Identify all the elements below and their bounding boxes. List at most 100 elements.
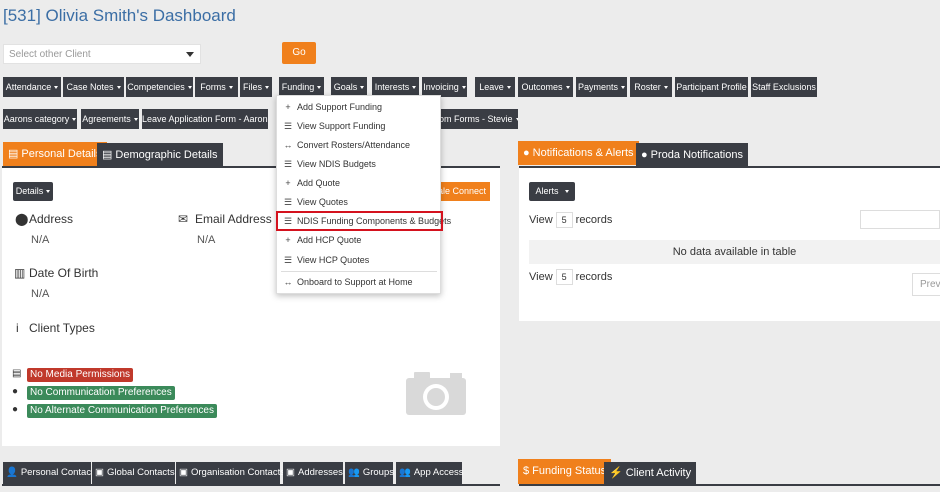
nav-outcomes-button[interactable]: Outcomes — [518, 77, 573, 97]
tab-label: Groups — [362, 467, 394, 478]
nav-funding-button[interactable]: Funding — [279, 77, 324, 97]
menu-item-ndis-funding-components-budgets[interactable]: ☰ NDIS Funding Components & Budgets — [276, 211, 451, 231]
search-input[interactable] — [860, 210, 940, 229]
nav-interests-button[interactable]: Interests — [372, 77, 419, 97]
menu-item-view-ndis-budgets[interactable]: ☰ View NDIS Budgets — [277, 155, 442, 173]
status-badge: No Communication Preferences — [27, 386, 175, 400]
email-label: Email Address — [195, 212, 272, 226]
menu-divider — [281, 271, 437, 272]
prev-page-button[interactable]: Prev — [912, 273, 940, 296]
nav-label: Invoicing — [423, 82, 459, 92]
nav-label: Goals — [333, 82, 358, 92]
menu-item-onboard-to-support-at-home[interactable]: ↔ Onboard to Support at Home — [277, 273, 442, 291]
caret-down-icon — [133, 118, 138, 122]
tab-notifications-alerts[interactable]: ● Notifications & Alerts — [518, 141, 639, 165]
tab-client-activity[interactable]: ⚡ Client Activity — [604, 462, 697, 484]
tab-personal-details[interactable]: ▤ Personal Details — [3, 142, 107, 166]
info-icon: i — [16, 321, 19, 335]
menu-item-add-support-funding[interactable]: + Add Support Funding — [277, 98, 442, 116]
bolt-icon: ⚡ — [609, 467, 623, 479]
dollar-icon: $ — [523, 465, 530, 477]
chat-icon: ● — [12, 404, 19, 415]
records-select[interactable]: 5 — [555, 212, 573, 228]
chevron-down-icon — [186, 52, 194, 57]
nav-label: Payments — [577, 82, 619, 92]
dob-value: N/A — [31, 288, 50, 300]
records-select[interactable]: 5 — [555, 269, 573, 285]
nav-files-button[interactable]: Files — [240, 77, 272, 97]
menu-item-label: View Quotes — [297, 197, 348, 207]
menu-item-view-quotes[interactable]: ☰ View Quotes — [277, 193, 442, 211]
info-circle-icon: ● — [641, 149, 648, 161]
menu-item-view-hcp-quotes[interactable]: ☰ View HCP Quotes — [277, 251, 442, 269]
tab-app-access[interactable]: 👥 App Access — [396, 462, 464, 484]
status-badge: No Media Permissions — [27, 368, 134, 382]
menu-item-add-quote[interactable]: + Add Quote — [277, 174, 442, 192]
tab-funding-status[interactable]: $ Funding Status — [518, 459, 612, 484]
connect-button[interactable]: ale Connect — [436, 182, 490, 201]
bottom-left-divider — [2, 484, 500, 486]
address-book-icon: ▣ — [179, 467, 188, 478]
nav-goals-button[interactable]: Goals — [331, 77, 367, 97]
dob-label: Date Of Birth — [29, 266, 99, 280]
nav-payments-button[interactable]: Payments — [576, 77, 627, 97]
tab-global-contacts[interactable]: ▣ Global Contacts — [92, 462, 175, 484]
records-length-control: View 5 records — [529, 269, 612, 285]
menu-item-view-support-funding[interactable]: ☰ View Support Funding — [277, 117, 442, 135]
nav-participant-profile-button[interactable]: Participant Profile — [675, 77, 748, 97]
tab-organisation-contacts[interactable]: ▣ Organisation Contacts — [176, 462, 285, 484]
caret-down-icon — [663, 86, 668, 90]
nav-staff-exclusions-button[interactable]: Staff Exclusions — [751, 77, 817, 97]
nav-label: Staff Exclusions — [752, 82, 816, 92]
nav-roster-button[interactable]: Roster — [630, 77, 672, 97]
nav-label: Forms — [200, 82, 226, 92]
nav-label: Aarons category — [3, 114, 70, 124]
nav-competencies-button[interactable]: Competencies — [126, 77, 193, 97]
details-dropdown-button[interactable]: Details — [13, 182, 53, 201]
menu-item-add-hcp-quote[interactable]: + Add HCP Quote — [277, 231, 442, 249]
nav-label: Leave Application Form - Aaron — [142, 114, 268, 124]
nav-aarons-category-button[interactable]: Aarons category — [3, 109, 77, 129]
tab-label: Global Contacts — [106, 467, 175, 478]
tab-label: App Access — [413, 467, 464, 478]
nav-leave-button[interactable]: Leave — [475, 77, 515, 97]
map-marker-icon: ⬤ — [15, 212, 29, 226]
go-button[interactable]: Go — [282, 42, 316, 64]
list-icon: ☰ — [283, 216, 293, 226]
caret-down-icon — [515, 118, 518, 122]
menu-item-label: NDIS Funding Components & Budgets — [297, 216, 452, 226]
nav-attendance-button[interactable]: Attendance — [3, 77, 61, 97]
nav-label: Attendance — [5, 82, 52, 92]
alerts-dropdown-button[interactable]: Alerts — [529, 182, 575, 201]
nav-leave-application-form-aaron-button[interactable]: Leave Application Form - Aaron — [142, 109, 268, 129]
tab-groups[interactable]: 👥 Groups — [345, 462, 394, 484]
bottom-right-divider — [519, 484, 940, 486]
client-select[interactable]: Select other Client — [3, 44, 201, 64]
nav-forms-button[interactable]: Forms — [195, 77, 238, 97]
arrows-icon: ↔ — [283, 140, 293, 150]
address-value: N/A — [31, 234, 50, 246]
caret-down-icon — [461, 86, 466, 90]
tab-demographic-details[interactable]: ▤ Demographic Details — [97, 143, 223, 167]
nav-stom-forms-stevie-button[interactable]: stom Forms - Stevie — [432, 109, 518, 129]
menu-item-convert-rosters-attendance[interactable]: ↔ Convert Rosters/Attendance — [277, 136, 442, 154]
tab-addresses[interactable]: ▣ Addresses — [283, 462, 343, 484]
tab-personal-contacts[interactable]: 👤 Personal Contacts — [3, 462, 98, 484]
list-icon: ☰ — [283, 197, 293, 207]
caret-down-icon — [360, 86, 365, 90]
nav-label: Leave — [479, 82, 504, 92]
caret-down-icon — [116, 86, 121, 90]
list-icon: ☰ — [283, 121, 293, 131]
tab-proda-notifications[interactable]: ● Proda Notifications — [636, 143, 748, 167]
menu-item-label: Add Quote — [297, 178, 341, 188]
list-icon: ☰ — [283, 255, 293, 265]
nav-label: stom Forms - Stevie — [432, 114, 513, 124]
nav-agreements-button[interactable]: Agreements — [81, 109, 139, 129]
nav-invoicing-button[interactable]: Invoicing — [422, 77, 467, 97]
plus-icon: + — [285, 102, 291, 112]
nav-case-notes-button[interactable]: Case Notes — [63, 77, 124, 97]
envelope-icon: ✉ — [178, 212, 189, 226]
nav-label: Agreements — [82, 114, 131, 124]
menu-item-label: View NDIS Budgets — [297, 159, 376, 169]
person-icon: 👤 — [6, 467, 18, 478]
